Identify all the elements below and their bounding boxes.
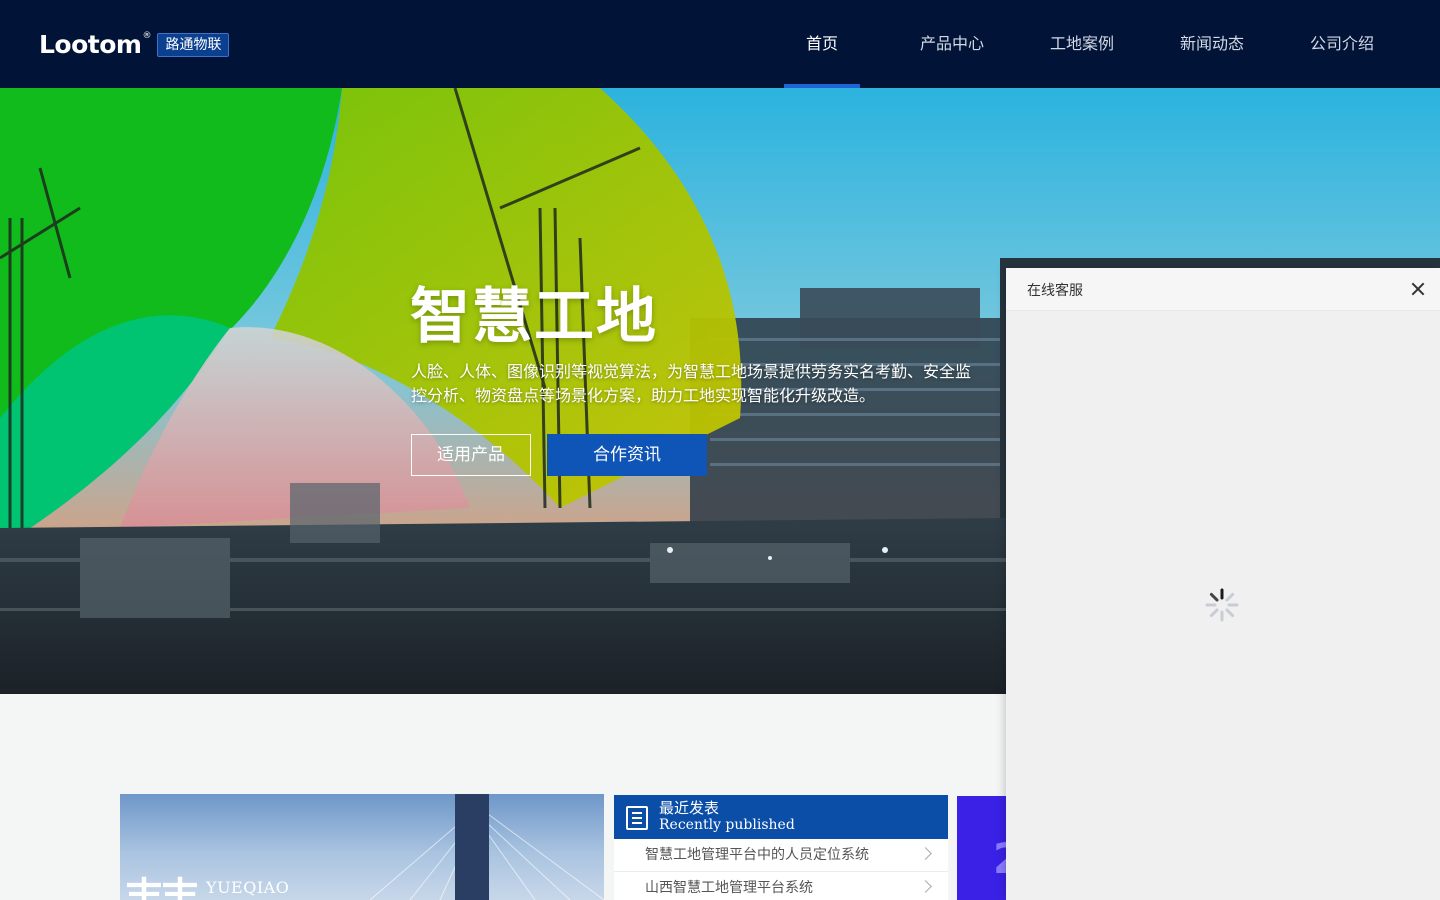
hero-description: 人脸、人体、图像识别等视觉算法，为智慧工地场景提供劳务实名考勤、安全监控分析、物… (411, 362, 972, 405)
applicable-products-button[interactable]: 适用产品 (411, 434, 531, 476)
hero-title: 智慧工地 (410, 282, 658, 352)
nav-label: 公司介绍 (1309, 34, 1374, 53)
nav-item-products[interactable]: 产品中心 (910, 0, 994, 88)
logo-registered-mark: ® (142, 31, 152, 41)
news-list-item[interactable]: 智慧工地管理平台中的人员定位系统 (614, 839, 948, 872)
nav-label: 产品中心 (919, 34, 984, 53)
chevron-right-icon (919, 847, 932, 860)
yueqiao-promo-card[interactable]: 丰丰 YUEQIAO (120, 794, 604, 900)
news-item-title: 智慧工地管理平台中的人员定位系统 (645, 847, 869, 863)
online-service-header: 在线客服 (1006, 268, 1440, 311)
nav-label: 工地案例 (1049, 34, 1114, 53)
online-service-panel: 在线客服 (1006, 268, 1440, 900)
nav-label: 新闻动态 (1179, 34, 1244, 53)
recent-news-panel: 最近发表 Recently published 智慧工地管理平台中的人员定位系统… (614, 795, 948, 900)
news-list-item[interactable]: 山西智慧工地管理平台系统 (614, 872, 948, 900)
bridge-tower-graphic (455, 794, 489, 900)
logo-wordmark: Lootom (39, 30, 142, 59)
nav-label: 首页 (805, 34, 838, 53)
yueqiao-logo: 丰丰 (124, 875, 200, 900)
yueqiao-name: YUEQIAO (206, 878, 290, 897)
top-navbar: Lootom ® 路通物联 首页 产品中心 工地案例 新闻动态 公司介绍 (0, 0, 1440, 88)
online-service-title: 在线客服 (1027, 283, 1083, 299)
cooperation-inquiry-button[interactable]: 合作资讯 (547, 434, 707, 476)
recent-news-header: 最近发表 Recently published (614, 795, 948, 839)
loading-spinner-icon (1205, 588, 1239, 622)
news-list: 智慧工地管理平台中的人员定位系统 山西智慧工地管理平台系统 (614, 839, 948, 900)
close-icon[interactable] (1410, 281, 1426, 297)
news-document-icon (626, 806, 648, 830)
nav-item-home[interactable]: 首页 (784, 0, 860, 88)
logo-badge: 路通物联 (157, 33, 230, 57)
brand-logo[interactable]: Lootom ® 路通物联 (39, 30, 230, 60)
news-item-title: 山西智慧工地管理平台系统 (645, 880, 813, 896)
nav-item-cases[interactable]: 工地案例 (1040, 0, 1124, 88)
recent-news-title: 最近发表 (659, 799, 720, 817)
nav-item-news[interactable]: 新闻动态 (1170, 0, 1254, 88)
chevron-right-icon (919, 880, 932, 893)
recent-news-subtitle: Recently published (659, 817, 795, 833)
nav-item-about[interactable]: 公司介绍 (1300, 0, 1384, 88)
